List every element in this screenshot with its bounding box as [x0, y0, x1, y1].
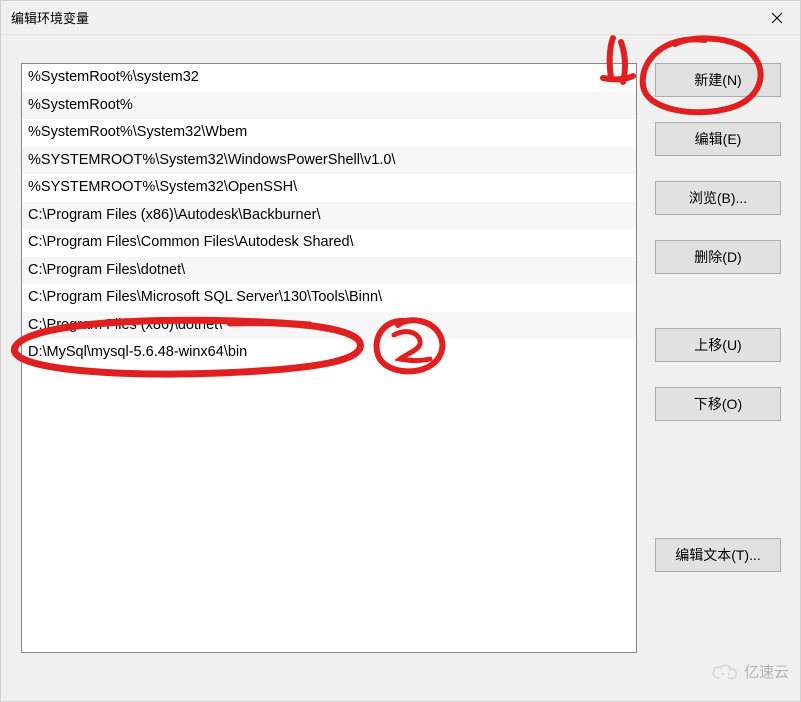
- list-item[interactable]: %SYSTEMROOT%\System32\OpenSSH\: [22, 174, 636, 202]
- env-var-dialog: 编辑环境变量 %SystemRoot%\system32 %SystemRoot…: [0, 0, 801, 702]
- move-down-button[interactable]: 下移(O): [655, 387, 781, 421]
- titlebar: 编辑环境变量: [1, 1, 800, 35]
- list-item[interactable]: %SystemRoot%\System32\Wbem: [22, 119, 636, 147]
- close-icon: [771, 12, 783, 24]
- window-title: 编辑环境变量: [11, 8, 89, 27]
- delete-button[interactable]: 删除(D): [655, 240, 781, 274]
- list-item[interactable]: C:\Program Files\Microsoft SQL Server\13…: [22, 284, 636, 312]
- browse-button[interactable]: 浏览(B)...: [655, 181, 781, 215]
- new-button[interactable]: 新建(N): [655, 63, 781, 97]
- list-item[interactable]: %SYSTEMROOT%\System32\WindowsPowerShell\…: [22, 147, 636, 175]
- path-listbox[interactable]: %SystemRoot%\system32 %SystemRoot% %Syst…: [21, 63, 637, 653]
- edit-button[interactable]: 编辑(E): [655, 122, 781, 156]
- list-item[interactable]: %SystemRoot%: [22, 92, 636, 120]
- list-item[interactable]: %SystemRoot%\system32: [22, 64, 636, 92]
- button-column: 新建(N) 编辑(E) 浏览(B)... 删除(D) 上移(U) 下移(O) 编…: [655, 63, 790, 691]
- list-item[interactable]: C:\Program Files (x86)\dotnet\: [22, 312, 636, 340]
- dialog-content: %SystemRoot%\system32 %SystemRoot% %Syst…: [1, 35, 800, 701]
- list-item[interactable]: C:\Program Files (x86)\Autodesk\Backburn…: [22, 202, 636, 230]
- list-item[interactable]: D:\MySql\mysql-5.6.48-winx64\bin: [22, 339, 636, 367]
- list-item[interactable]: C:\Program Files\dotnet\: [22, 257, 636, 285]
- close-button[interactable]: [754, 1, 800, 35]
- move-up-button[interactable]: 上移(U): [655, 328, 781, 362]
- list-item[interactable]: C:\Program Files\Common Files\Autodesk S…: [22, 229, 636, 257]
- edit-text-button[interactable]: 编辑文本(T)...: [655, 538, 781, 572]
